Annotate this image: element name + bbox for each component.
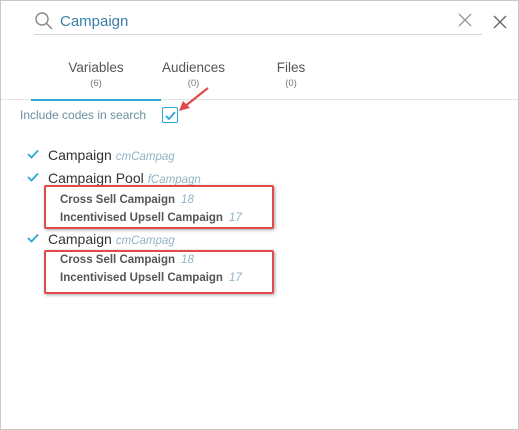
tab-files-count: (0) bbox=[285, 78, 297, 89]
search-input[interactable] bbox=[60, 9, 450, 33]
sub-item-count: 18 bbox=[181, 194, 194, 206]
result-name: Campaign bbox=[48, 147, 112, 163]
check-icon bbox=[27, 149, 39, 159]
check-icon bbox=[27, 233, 39, 243]
result-name: Campaign bbox=[48, 231, 112, 247]
result-name-row: Campaign cmCampag bbox=[48, 145, 175, 167]
search-panel: Variables (6) Audiences (0) Files (0) In… bbox=[0, 0, 519, 430]
result-name: Campaign Pool bbox=[48, 170, 144, 186]
sub-item-count: 17 bbox=[228, 272, 242, 284]
result-code: cmCampag bbox=[115, 235, 175, 247]
active-tab-indicator bbox=[31, 99, 161, 101]
sub-item[interactable]: Cross Sell Campaign 18 bbox=[60, 250, 194, 268]
sub-item-name: Incentivised Upsell Campaign bbox=[60, 272, 223, 284]
sub-item-name: Cross Sell Campaign bbox=[60, 194, 176, 206]
tab-variables-label: Variables bbox=[68, 60, 124, 75]
result-code: cmCampag bbox=[115, 151, 175, 163]
result-name-row: Campaign cmCampag bbox=[48, 229, 175, 251]
tab-variables-count: (6) bbox=[90, 78, 102, 89]
checkmark-icon bbox=[164, 110, 176, 120]
sub-item[interactable]: Incentivised Upsell Campaign 17 bbox=[60, 268, 242, 286]
check-icon bbox=[27, 172, 39, 182]
sub-item-name: Cross Sell Campaign bbox=[60, 254, 176, 266]
sub-item[interactable]: Incentivised Upsell Campaign 17 bbox=[60, 208, 242, 226]
tab-files[interactable]: Files (0) bbox=[256, 57, 326, 100]
tab-bar: Variables (6) Audiences (0) Files (0) bbox=[1, 57, 518, 101]
sub-item-name: Incentivised Upsell Campaign bbox=[60, 212, 223, 224]
close-icon[interactable] bbox=[493, 15, 507, 29]
sub-item-count: 17 bbox=[228, 212, 242, 224]
annotation-arrow-icon bbox=[179, 87, 209, 111]
tab-audiences-label: Audiences bbox=[161, 60, 226, 75]
search-bar bbox=[34, 7, 482, 35]
search-icon bbox=[35, 12, 53, 30]
tab-variables[interactable]: Variables (6) bbox=[31, 57, 161, 101]
sub-item[interactable]: Cross Sell Campaign 18 bbox=[60, 190, 194, 208]
include-codes-label: Include codes in search bbox=[20, 108, 147, 122]
clear-search-icon[interactable] bbox=[458, 13, 472, 27]
include-codes-row: Include codes in search bbox=[20, 106, 178, 124]
sub-item-count: 18 bbox=[181, 254, 194, 266]
tab-files-label: Files bbox=[276, 60, 306, 75]
